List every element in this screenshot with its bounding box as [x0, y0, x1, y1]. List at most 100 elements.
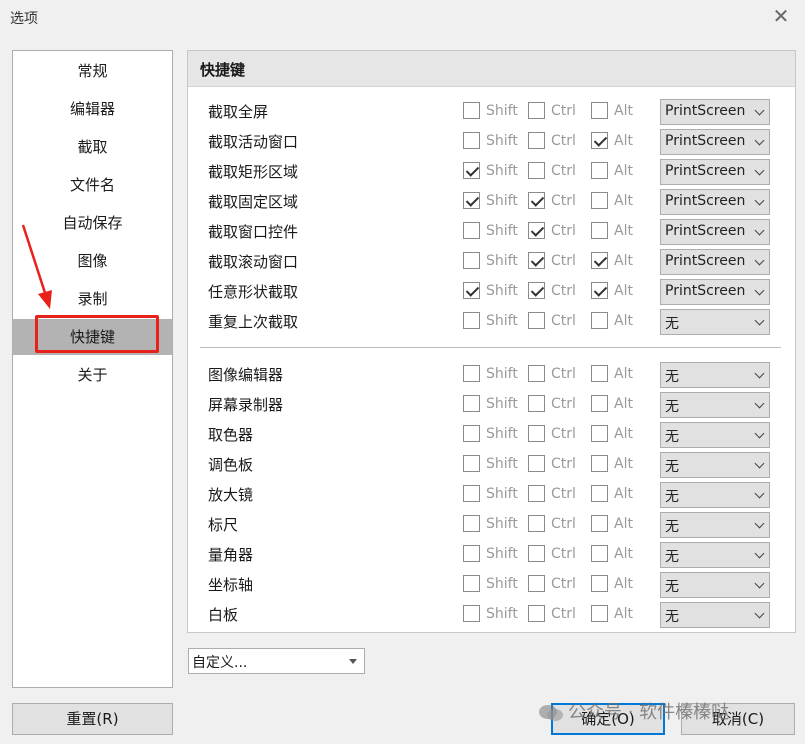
ctrl-checkbox[interactable]: Ctrl: [528, 424, 576, 446]
shift-checkbox[interactable]: Shift: [463, 131, 518, 153]
shift-checkbox[interactable]: Shift: [463, 251, 518, 273]
alt-checkbox[interactable]: Alt: [591, 191, 633, 213]
preset-select[interactable]: 自定义...: [188, 648, 365, 674]
alt-checkbox[interactable]: Alt: [591, 364, 633, 386]
key-select[interactable]: PrintScreen: [660, 159, 770, 185]
shift-checkbox[interactable]: Shift: [463, 454, 518, 476]
checkbox-box[interactable]: [591, 282, 608, 299]
alt-checkbox[interactable]: Alt: [591, 484, 633, 506]
ctrl-checkbox[interactable]: Ctrl: [528, 544, 576, 566]
checkbox-box[interactable]: [528, 102, 545, 119]
ctrl-checkbox[interactable]: Ctrl: [528, 101, 576, 123]
ctrl-checkbox[interactable]: Ctrl: [528, 574, 576, 596]
alt-checkbox[interactable]: Alt: [591, 424, 633, 446]
checkbox-box[interactable]: [528, 282, 545, 299]
checkbox-box[interactable]: [528, 132, 545, 149]
checkbox-box[interactable]: [463, 575, 480, 592]
nav-item[interactable]: 自动保存: [13, 205, 172, 241]
reset-button[interactable]: 重置(R): [12, 703, 173, 735]
shift-checkbox[interactable]: Shift: [463, 514, 518, 536]
key-select[interactable]: 无: [660, 542, 770, 568]
ctrl-checkbox[interactable]: Ctrl: [528, 251, 576, 273]
shift-checkbox[interactable]: Shift: [463, 311, 518, 333]
ctrl-checkbox[interactable]: Ctrl: [528, 131, 576, 153]
ctrl-checkbox[interactable]: Ctrl: [528, 394, 576, 416]
shift-checkbox[interactable]: Shift: [463, 364, 518, 386]
checkbox-box[interactable]: [463, 425, 480, 442]
checkbox-box[interactable]: [591, 312, 608, 329]
checkbox-box[interactable]: [528, 515, 545, 532]
key-select[interactable]: 无: [660, 392, 770, 418]
shift-checkbox[interactable]: Shift: [463, 281, 518, 303]
checkbox-box[interactable]: [591, 395, 608, 412]
nav-item[interactable]: 录制: [13, 281, 172, 317]
key-select[interactable]: 无: [660, 512, 770, 538]
checkbox-box[interactable]: [463, 605, 480, 622]
key-select[interactable]: 无: [660, 362, 770, 388]
checkbox-box[interactable]: [463, 455, 480, 472]
nav-item[interactable]: 编辑器: [13, 91, 172, 127]
checkbox-box[interactable]: [463, 252, 480, 269]
checkbox-box[interactable]: [528, 485, 545, 502]
alt-checkbox[interactable]: Alt: [591, 161, 633, 183]
alt-checkbox[interactable]: Alt: [591, 101, 633, 123]
key-select[interactable]: PrintScreen: [660, 189, 770, 215]
checkbox-box[interactable]: [591, 365, 608, 382]
key-select[interactable]: 无: [660, 309, 770, 335]
shift-checkbox[interactable]: Shift: [463, 484, 518, 506]
ctrl-checkbox[interactable]: Ctrl: [528, 604, 576, 626]
ctrl-checkbox[interactable]: Ctrl: [528, 364, 576, 386]
checkbox-box[interactable]: [591, 132, 608, 149]
checkbox-box[interactable]: [463, 545, 480, 562]
checkbox-box[interactable]: [463, 162, 480, 179]
key-select[interactable]: 无: [660, 482, 770, 508]
checkbox-box[interactable]: [463, 515, 480, 532]
alt-checkbox[interactable]: Alt: [591, 394, 633, 416]
checkbox-box[interactable]: [463, 132, 480, 149]
checkbox-box[interactable]: [528, 575, 545, 592]
alt-checkbox[interactable]: Alt: [591, 311, 633, 333]
close-icon[interactable]: ✕: [770, 5, 792, 27]
checkbox-box[interactable]: [528, 455, 545, 472]
checkbox-box[interactable]: [528, 605, 545, 622]
checkbox-box[interactable]: [591, 192, 608, 209]
alt-checkbox[interactable]: Alt: [591, 221, 633, 243]
nav-item[interactable]: 图像: [13, 243, 172, 279]
alt-checkbox[interactable]: Alt: [591, 131, 633, 153]
shift-checkbox[interactable]: Shift: [463, 161, 518, 183]
checkbox-box[interactable]: [528, 425, 545, 442]
checkbox-box[interactable]: [591, 485, 608, 502]
nav-item[interactable]: 文件名: [13, 167, 172, 203]
checkbox-box[interactable]: [591, 222, 608, 239]
alt-checkbox[interactable]: Alt: [591, 251, 633, 273]
key-select[interactable]: 无: [660, 572, 770, 598]
key-select[interactable]: PrintScreen: [660, 129, 770, 155]
checkbox-box[interactable]: [591, 605, 608, 622]
alt-checkbox[interactable]: Alt: [591, 281, 633, 303]
checkbox-box[interactable]: [528, 222, 545, 239]
checkbox-box[interactable]: [463, 282, 480, 299]
alt-checkbox[interactable]: Alt: [591, 604, 633, 626]
alt-checkbox[interactable]: Alt: [591, 454, 633, 476]
checkbox-box[interactable]: [591, 425, 608, 442]
checkbox-box[interactable]: [591, 102, 608, 119]
checkbox-box[interactable]: [591, 545, 608, 562]
checkbox-box[interactable]: [463, 395, 480, 412]
ctrl-checkbox[interactable]: Ctrl: [528, 484, 576, 506]
ctrl-checkbox[interactable]: Ctrl: [528, 221, 576, 243]
checkbox-box[interactable]: [528, 545, 545, 562]
checkbox-box[interactable]: [528, 365, 545, 382]
shift-checkbox[interactable]: Shift: [463, 424, 518, 446]
checkbox-box[interactable]: [463, 102, 480, 119]
shift-checkbox[interactable]: Shift: [463, 221, 518, 243]
ctrl-checkbox[interactable]: Ctrl: [528, 454, 576, 476]
ctrl-checkbox[interactable]: Ctrl: [528, 311, 576, 333]
key-select[interactable]: 无: [660, 602, 770, 628]
checkbox-box[interactable]: [528, 312, 545, 329]
alt-checkbox[interactable]: Alt: [591, 574, 633, 596]
shift-checkbox[interactable]: Shift: [463, 574, 518, 596]
shift-checkbox[interactable]: Shift: [463, 394, 518, 416]
nav-item[interactable]: 常规: [13, 53, 172, 89]
ctrl-checkbox[interactable]: Ctrl: [528, 281, 576, 303]
nav-item[interactable]: 关于: [13, 357, 172, 393]
